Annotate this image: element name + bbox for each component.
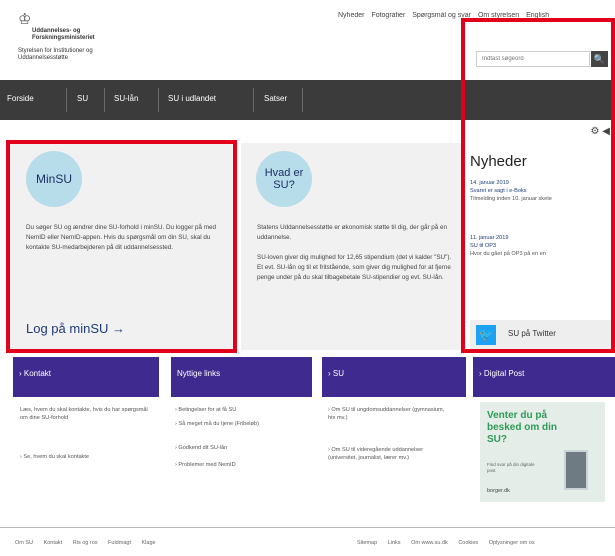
top-link-about[interactable]: Om styrelsen bbox=[478, 12, 519, 19]
twitter-label: SU på Twitter bbox=[508, 329, 556, 338]
useful-links-header[interactable]: Nyttige links bbox=[171, 357, 312, 397]
footer-link[interactable]: Links bbox=[388, 540, 401, 546]
search-icon[interactable]: 🔍 bbox=[591, 51, 608, 67]
useful-link[interactable]: › Betingelser for at få SU bbox=[175, 406, 295, 414]
crown-icon: ♔ bbox=[18, 11, 32, 28]
what-is-su-details: SU-loven giver dig mulighed for 12,65 st… bbox=[257, 254, 452, 281]
footer-divider bbox=[0, 527, 615, 528]
minsu-panel: MinSU Du søger SU og ændrer dine SU-forh… bbox=[10, 143, 235, 350]
footer-link[interactable]: Sitemap bbox=[357, 540, 377, 546]
news-date: 14. januar 2019 bbox=[470, 180, 509, 186]
footer-links-right: Sitemap Links Om www.su.dk Cookies Oplys… bbox=[357, 540, 544, 546]
news-description: Tilmelding inden 10. januar skete bbox=[470, 196, 552, 202]
top-link-faq[interactable]: Spørgsmål og svar bbox=[412, 12, 471, 19]
nav-separator bbox=[253, 88, 254, 112]
nav-separator bbox=[66, 88, 67, 112]
phone-icon bbox=[564, 450, 588, 490]
ad-subtitle: Find svar på din digitale post bbox=[487, 462, 535, 473]
twitter-panel[interactable]: 🐦 SU på Twitter bbox=[470, 320, 615, 350]
logo-agency-text: Styrelsen for Institutioner og Uddannels… bbox=[18, 48, 93, 61]
top-link-news[interactable]: Nyheder bbox=[338, 12, 364, 19]
minsu-login-link[interactable]: Log på minSU → bbox=[26, 321, 125, 336]
nav-item-su-udlandet[interactable]: SU i udlandet bbox=[168, 80, 216, 120]
su-header[interactable]: › SU bbox=[322, 357, 466, 397]
nav-item-satser[interactable]: Satser bbox=[264, 80, 287, 120]
news-date: 11. januar 2019 bbox=[470, 235, 509, 241]
search-input[interactable] bbox=[476, 51, 590, 67]
what-is-su-intro: Statens Uddannelsesstøtte er økonomisk s… bbox=[257, 224, 448, 241]
footer-link[interactable]: Fuldmagt bbox=[108, 540, 131, 546]
footer-link[interactable]: Kontakt bbox=[44, 540, 63, 546]
what-is-su-circle: Hvad er SU? bbox=[256, 151, 312, 207]
nav-separator bbox=[104, 88, 105, 112]
footer-link[interactable]: Oplysninger om os bbox=[489, 540, 535, 546]
site-header: ♔ Uddannelses- og Forskningsministeriet … bbox=[0, 0, 615, 80]
useful-link[interactable]: › Godkend dit SU-lån bbox=[175, 444, 295, 452]
twitter-icon: 🐦 bbox=[476, 325, 496, 345]
useful-link[interactable]: › Problemer med NemID bbox=[175, 461, 295, 469]
what-is-su-panel: Hvad er SU? Statens Uddannelsesstøtte er… bbox=[241, 143, 463, 350]
nav-separator bbox=[302, 88, 303, 112]
footer-link[interactable]: Om www.su.dk bbox=[411, 540, 448, 546]
su-link[interactable]: › Om SU til ungdomsuddannelser (gymnasiu… bbox=[328, 406, 453, 422]
minsu-circle: MinSU bbox=[26, 151, 82, 207]
minsu-text: Du søger SU og ændrer dine SU-forhold i … bbox=[26, 224, 217, 251]
news-link[interactable]: Svaret er sagt i e-Boks bbox=[470, 187, 610, 195]
footer-link[interactable]: Cookies bbox=[458, 540, 478, 546]
main-nav: Forside SU SU-lån SU i udlandet Satser bbox=[0, 80, 615, 120]
contact-header[interactable]: › Kontakt bbox=[13, 357, 159, 397]
nav-item-su-laan[interactable]: SU-lån bbox=[114, 80, 138, 120]
what-is-su-circle-label: Hvad er SU? bbox=[264, 167, 304, 191]
top-links: Nyheder Fotografier Spørgsmål og svar Om… bbox=[338, 12, 615, 19]
settings-icon[interactable]: ⚙ bbox=[591, 126, 600, 137]
footer-link[interactable]: Om SU bbox=[15, 540, 33, 546]
nav-separator bbox=[158, 88, 159, 112]
logo-ministry-text: Uddannelses- og Forskningsministeriet bbox=[32, 28, 95, 41]
borger-ad-banner[interactable]: Venter du på besked om din SU? Find svar… bbox=[480, 402, 605, 502]
news-link[interactable]: SU til OP3 bbox=[470, 242, 610, 250]
contact-link[interactable]: › Se, hvem du skal kontakte bbox=[20, 453, 150, 461]
digital-post-header[interactable]: › Digital Post bbox=[473, 357, 615, 397]
contact-text: Læs, hvem du skal kontakte, hvis du har … bbox=[20, 407, 148, 421]
speaker-icon[interactable]: ◀ bbox=[602, 126, 610, 137]
news-heading: Nyheder bbox=[470, 153, 527, 170]
footer-link[interactable]: Klage bbox=[142, 540, 156, 546]
ad-title: Venter du på besked om din SU? bbox=[487, 410, 558, 445]
utility-icons: ⚙ ◀ bbox=[591, 126, 610, 137]
top-link-photos[interactable]: Fotografier bbox=[371, 12, 405, 19]
nav-item-forside[interactable]: Forside bbox=[7, 80, 34, 120]
top-link-english[interactable]: English bbox=[526, 12, 549, 19]
footer-links-left: Om SU Kontakt Ris og ros Fuldmagt Klage bbox=[15, 540, 165, 546]
news-item: 11. januar 2019 SU til OP3 Hvor du gået … bbox=[470, 234, 610, 258]
ad-site: borger.dk bbox=[487, 488, 510, 494]
news-item: 14. januar 2019 Svaret er sagt i e-Boks … bbox=[470, 179, 610, 203]
su-link[interactable]: › Om SU til videregående uddannelser (un… bbox=[328, 446, 453, 462]
footer-link[interactable]: Ris og ros bbox=[73, 540, 98, 546]
useful-link[interactable]: › Så meget må du tjene (Fribeløb) bbox=[175, 420, 295, 428]
nav-item-su[interactable]: SU bbox=[77, 80, 88, 120]
news-description: Hvor du gået på OP3 på en en bbox=[470, 251, 546, 257]
